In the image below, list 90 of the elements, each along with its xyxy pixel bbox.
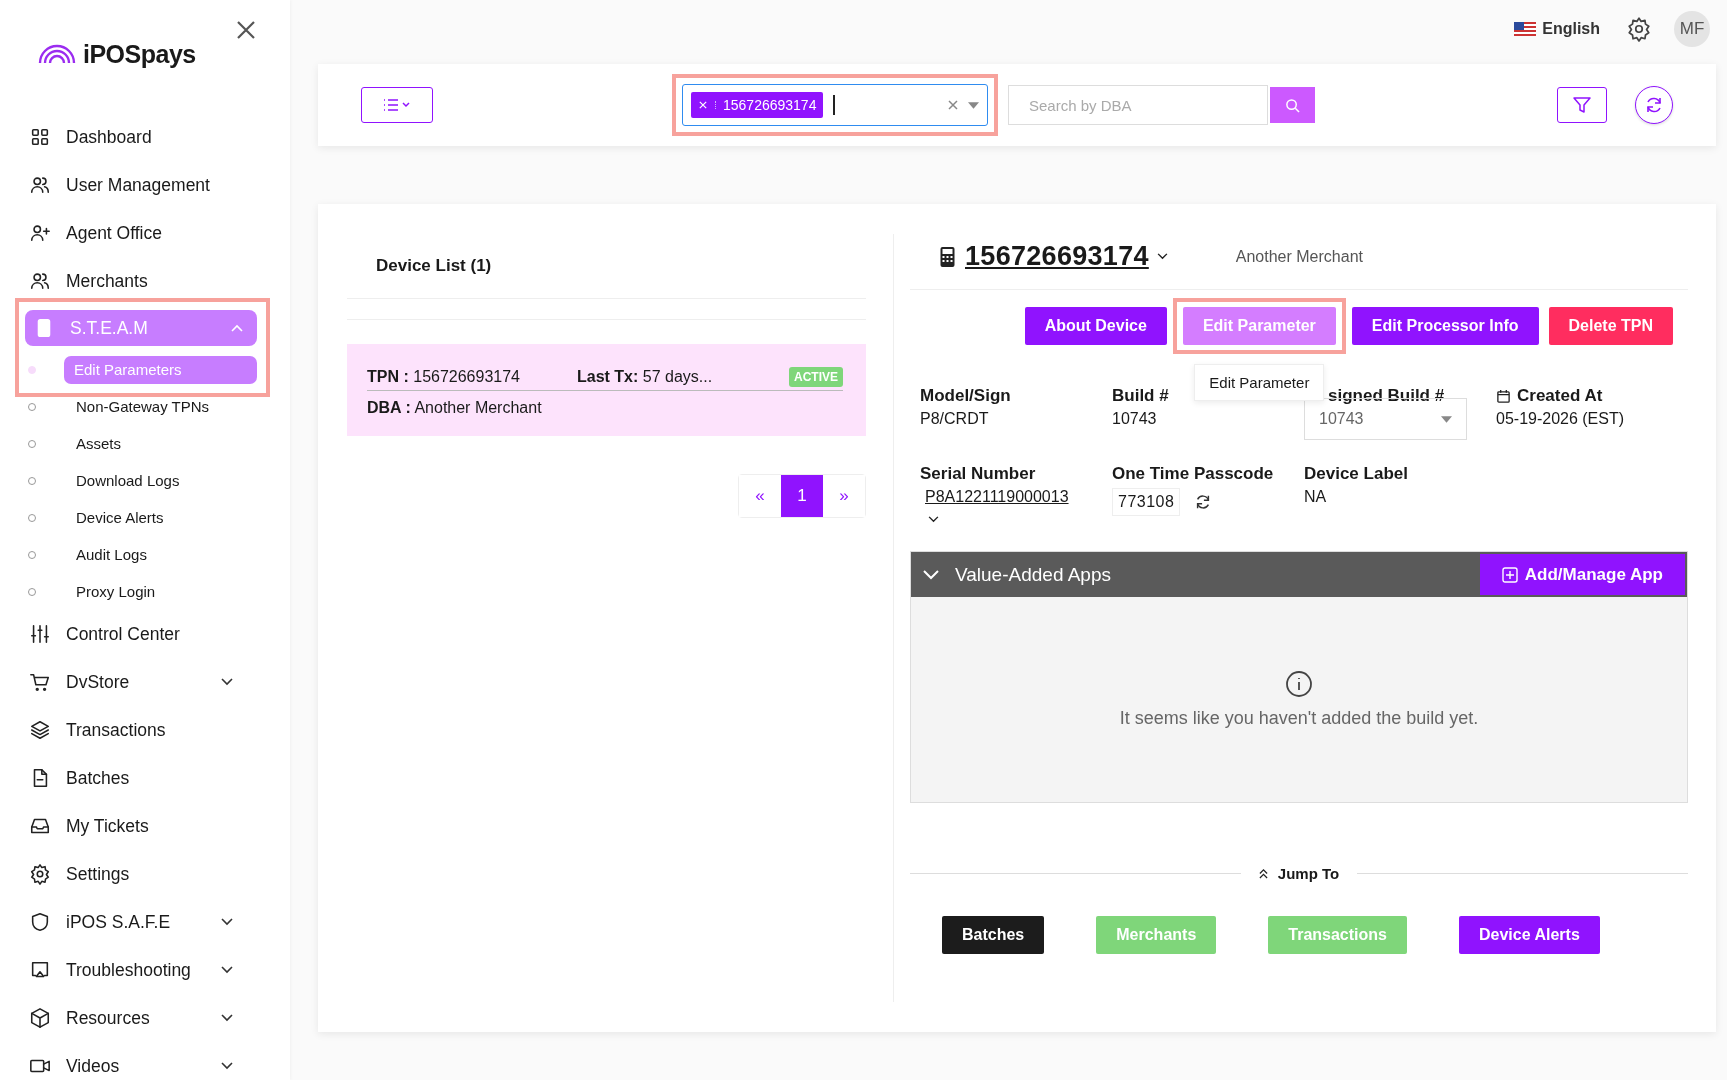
- settings-icon: [29, 863, 51, 885]
- action-button[interactable]: About Device: [1024, 307, 1167, 345]
- text-cursor: [833, 95, 835, 115]
- chevron-down-icon[interactable]: [928, 516, 939, 523]
- field-value: NA: [1304, 488, 1327, 506]
- bullet-icon: [28, 365, 36, 374]
- list-icon: [382, 98, 412, 112]
- user-plus-icon: [29, 222, 51, 244]
- selected-tag: 156726693174: [691, 92, 824, 118]
- sliders-icon: [29, 623, 51, 645]
- refresh-icon: [1644, 95, 1664, 115]
- dropdown-caret-icon: [1441, 415, 1452, 423]
- search-icon: [1285, 97, 1300, 113]
- logo-text: iPOSpays: [83, 39, 196, 69]
- search-field[interactable]: Search by DBA: [1008, 85, 1268, 125]
- empty-message: It seems like you haven't added the build yet.: [1119, 708, 1479, 729]
- field-label: Model/Sign: [920, 386, 1011, 406]
- dropdown-caret-icon[interactable]: [968, 101, 979, 109]
- tpn-select[interactable]: 156726693174: [682, 84, 988, 126]
- users-icon: [29, 174, 51, 196]
- cart-icon: [29, 671, 51, 693]
- page-button[interactable]: 1: [781, 475, 823, 517]
- nav-item[interactable]: Resources: [0, 994, 265, 1042]
- users-icon: [29, 270, 51, 292]
- language-selector[interactable]: English: [1542, 20, 1600, 38]
- shield-icon: [29, 911, 51, 933]
- double-chevron-up-icon: [1258, 868, 1268, 879]
- nav-subitem[interactable]: Proxy Login: [66, 577, 166, 606]
- nav-subitem[interactable]: Audit Logs: [66, 540, 157, 569]
- logo-icon: [37, 42, 77, 64]
- status-badge: ACTIVE: [789, 367, 843, 387]
- nav-item[interactable]: My Tickets: [0, 802, 265, 850]
- filter-button[interactable]: [1557, 87, 1607, 123]
- field-value: 10743: [1112, 410, 1157, 428]
- nav-subitem[interactable]: Non-Gateway TPNs: [66, 392, 220, 421]
- device-dba: DBA : Another Merchant: [367, 399, 543, 417]
- nav-item[interactable]: Control Center: [0, 610, 265, 658]
- nav-subitem[interactable]: Download Logs: [66, 466, 190, 495]
- add-app-button[interactable]: Add/Manage App: [1479, 554, 1685, 595]
- calendar-icon: [1496, 388, 1511, 404]
- jump-button[interactable]: Batches: [942, 916, 1045, 954]
- jump-button[interactable]: Device Alerts: [1459, 916, 1600, 954]
- nav-item[interactable]: DvStore: [0, 658, 265, 706]
- nav-item[interactable]: Agent Office: [0, 209, 265, 257]
- nav-item[interactable]: Settings: [0, 850, 265, 898]
- field-label: One Time Passcode: [1112, 464, 1274, 484]
- nav-item[interactable]: User Management: [0, 161, 265, 209]
- action-button[interactable]: Edit Processor Info: [1351, 307, 1539, 345]
- action-button[interactable]: Delete TPN: [1548, 307, 1673, 345]
- list-menu-button[interactable]: [361, 87, 433, 123]
- jump-to-label: Jump To: [1277, 865, 1340, 882]
- device-tpn-title[interactable]: 156726693174: [965, 241, 1149, 272]
- nav-item[interactable]: iPOS S.A.F.E: [0, 898, 265, 946]
- nav-subitem[interactable]: Assets: [66, 429, 131, 458]
- user-avatar[interactable]: MF: [1674, 11, 1710, 47]
- serial-link[interactable]: P8A1221119000013: [925, 488, 1069, 506]
- nav-item[interactable]: Videos: [0, 1042, 265, 1080]
- refresh-button[interactable]: [1635, 86, 1673, 124]
- flag-icon: [1514, 22, 1537, 36]
- field-label: Created At: [1517, 386, 1603, 406]
- close-icon[interactable]: [236, 20, 256, 40]
- info-icon: [1285, 670, 1313, 698]
- terminal-icon: [938, 245, 957, 268]
- box-icon: [29, 1007, 51, 1029]
- tooltip: Edit Parameter: [1194, 364, 1325, 401]
- field-label: Build #: [1112, 386, 1169, 406]
- device-last-tx: Last Tx: 57 days...: [577, 368, 714, 386]
- nav-item[interactable]: Merchants: [0, 257, 265, 305]
- field-label: Device Label: [1304, 464, 1408, 484]
- grid-icon: [29, 126, 51, 148]
- layers-icon: [29, 719, 51, 741]
- filter-icon: [1572, 95, 1592, 115]
- field-value: P8/CRDT: [920, 410, 989, 428]
- clear-icon[interactable]: [948, 100, 958, 110]
- nav-item[interactable]: Troubleshooting: [0, 946, 265, 994]
- nav-item[interactable]: Dashboard: [0, 113, 265, 161]
- panel-title: Value-Added Apps: [955, 563, 1111, 586]
- chevron-down-icon[interactable]: [1156, 253, 1168, 260]
- nav-item[interactable]: Batches: [0, 754, 265, 802]
- field-label: Serial Number: [920, 464, 1036, 484]
- settings-icon[interactable]: [1626, 16, 1652, 42]
- merchant-name: Another Merchant: [1235, 247, 1363, 266]
- plus-square-icon: [1501, 566, 1518, 583]
- passcode-value: 773108: [1112, 488, 1181, 516]
- nav-subitem[interactable]: Device Alerts: [66, 503, 174, 532]
- device-tpn: TPN : 156726693174: [367, 368, 521, 386]
- device-row[interactable]: TPN : 156726693174 Last Tx: 57 days... ACTIVE DBA : Another Merchant: [347, 344, 866, 436]
- nav-item[interactable]: Transactions: [0, 706, 265, 754]
- list-title: Device List (1): [375, 255, 493, 277]
- field-value: 05-19-2026 (EST): [1496, 410, 1625, 428]
